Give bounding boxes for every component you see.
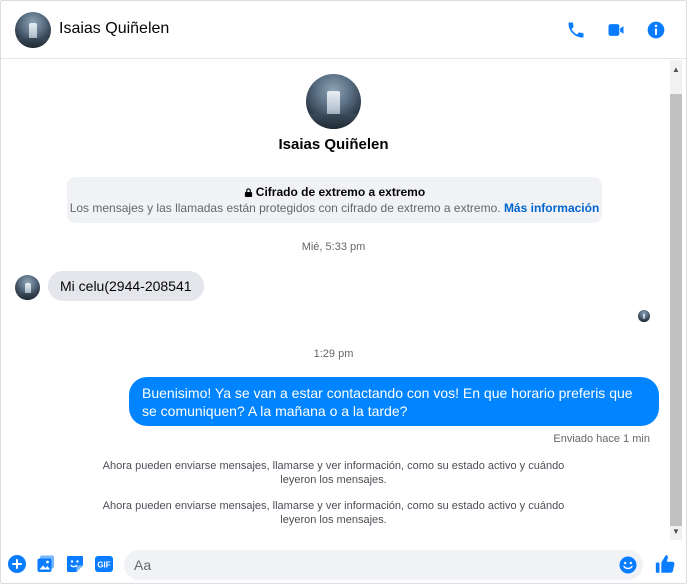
sticker-icon[interactable]: [65, 554, 85, 574]
contact-avatar[interactable]: [15, 12, 51, 48]
read-receipt-avatar: [638, 310, 650, 322]
message-composer: GIF: [1, 540, 686, 583]
photo-icon[interactable]: [36, 554, 56, 574]
lock-icon: [244, 188, 252, 197]
timestamp: Mié, 5:33 pm: [301, 241, 366, 253]
incoming-message[interactable]: Mi celu(2944-208541: [48, 271, 204, 301]
video-call-icon[interactable]: [604, 18, 628, 42]
scrollbar[interactable]: ▲ ▼: [666, 60, 686, 540]
gif-label: GIF: [97, 561, 110, 570]
plus-icon[interactable]: [7, 554, 27, 574]
profile-name: Isaias Quiñelen: [278, 136, 389, 153]
encryption-notice: Cifrado de extremo a extremo Los mensaje…: [67, 177, 602, 223]
contact-name[interactable]: Isaias Quiñelen: [59, 20, 169, 38]
sender-avatar[interactable]: [15, 275, 40, 300]
encryption-body-row: Los mensajes y las llamadas están proteg…: [67, 201, 602, 215]
system-notice: Ahora pueden enviarse mensajes, llamarse…: [102, 500, 565, 526]
timestamp: 1:29 pm: [313, 348, 354, 360]
message-input-container[interactable]: [124, 550, 643, 580]
encryption-body: Los mensajes y las llamadas están proteg…: [69, 201, 501, 215]
encryption-title: Cifrado de extremo a extremo: [255, 185, 426, 199]
message-thread[interactable]: Isaias Quiñelen Cifrado de extremo a ext…: [1, 60, 666, 540]
encryption-title-row: Cifrado de extremo a extremo: [67, 185, 602, 199]
profile-avatar[interactable]: [306, 74, 361, 129]
outgoing-message[interactable]: Buenisimo! Ya se van a estar contactando…: [129, 377, 659, 426]
system-notice: Ahora pueden enviarse mensajes, llamarse…: [102, 460, 565, 486]
chat-header: Isaias Quiñelen: [1, 1, 686, 59]
emoji-icon[interactable]: [619, 556, 637, 574]
sent-status: Enviado hace 1 min: [553, 433, 650, 445]
scroll-up-arrow-icon[interactable]: ▲: [670, 62, 682, 76]
message-input[interactable]: [134, 550, 614, 580]
gif-icon[interactable]: GIF: [94, 554, 114, 574]
chat-window: Isaias Quiñelen Isaias Quiñelen Cifrado …: [0, 0, 687, 584]
scrollbar-thumb[interactable]: [670, 94, 682, 526]
phone-icon[interactable]: [564, 18, 588, 42]
info-icon[interactable]: [644, 18, 668, 42]
more-info-link[interactable]: Más información: [504, 201, 599, 215]
scroll-down-arrow-icon[interactable]: ▼: [670, 524, 682, 538]
thumbs-up-icon[interactable]: [654, 553, 676, 575]
